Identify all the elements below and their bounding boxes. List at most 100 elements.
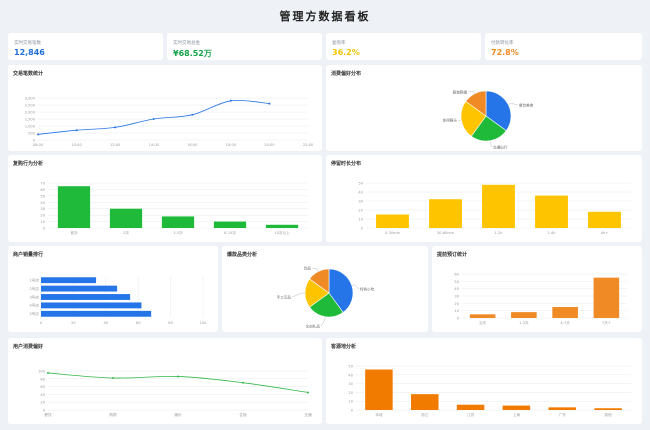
bar bbox=[594, 408, 622, 410]
data-point bbox=[177, 375, 179, 378]
x-tick-label: 20:00 bbox=[264, 143, 275, 147]
data-point bbox=[75, 129, 78, 132]
y-tick-label: 10 bbox=[348, 400, 353, 404]
pie-label: 餐饮美食 bbox=[519, 102, 534, 107]
x-tick-label: 22:00 bbox=[303, 143, 314, 147]
bar bbox=[41, 285, 118, 292]
bar bbox=[41, 294, 131, 300]
merchant-hbar-chart: 0 20 40 60 80 100 1号店 2号店 3号店 4号店 5号店 bbox=[30, 276, 208, 325]
bar bbox=[593, 277, 620, 318]
y-tick-label: 3号店 bbox=[30, 294, 40, 299]
bar bbox=[365, 369, 393, 410]
x-tick-label: 16:00 bbox=[187, 143, 198, 147]
bar bbox=[109, 208, 143, 228]
purchase-bar-chart: 70 60 50 40 30 20 10 0 首次 2次 3-5次 6-10次 10次以上 bbox=[40, 182, 308, 235]
kpi-label: 复购率 bbox=[332, 41, 346, 46]
x-tick-label: 20 bbox=[71, 321, 76, 325]
y-tick-label: 0 bbox=[43, 227, 46, 231]
x-tick-label: 80 bbox=[168, 321, 173, 325]
bar bbox=[511, 312, 537, 318]
x-tick-label: 江苏 bbox=[467, 412, 475, 417]
data-point bbox=[307, 391, 309, 394]
x-tick-label: 10:00 bbox=[71, 143, 82, 147]
x-tick-label: 首次 bbox=[70, 230, 78, 235]
dwell-bar-chart: 50 40 30 20 10 0 0-30min 30-60min 1-2h 2-4h 4h+ bbox=[358, 182, 631, 235]
x-tick-label: 10次以上 bbox=[274, 230, 290, 235]
card-dwell-bar: 停留时长分布 50 40 30 20 10 0 0-30min 30-60min 1-2h 2-4… bbox=[326, 155, 642, 242]
card-source-bar: 客源地分析 50 40 30 20 10 0 本地 浙江 江苏 上海 广东 其他 bbox=[326, 338, 642, 424]
y-tick-label: 0 bbox=[33, 139, 36, 143]
source-bar-chart: 50 40 30 20 10 0 本地 浙江 江苏 上海 广东 其他 bbox=[348, 365, 631, 417]
x-tick-label: 14:00 bbox=[149, 143, 160, 147]
pie-label: 特色小吃 bbox=[360, 286, 375, 291]
x-tick-label: 4h+ bbox=[601, 231, 609, 235]
x-tick-label: 购物 bbox=[109, 412, 117, 417]
x-tick-label: 0 bbox=[40, 321, 43, 325]
y-tick-label: 20 bbox=[40, 214, 45, 218]
x-tick-label: 浙江 bbox=[421, 412, 429, 417]
pie-leader-line bbox=[489, 140, 493, 148]
x-tick-label: 广东 bbox=[559, 412, 567, 417]
y-tick-label: 50 bbox=[40, 194, 45, 198]
y-tick-label: 2,500 bbox=[25, 104, 36, 108]
kpi-card-repurchase: 复购率 36.2% bbox=[326, 33, 481, 60]
y-tick-label: 30 bbox=[454, 295, 459, 299]
bar bbox=[482, 184, 515, 228]
x-tick-label: 1-3天 bbox=[519, 321, 529, 325]
explode-pie-chart: 特色小吃文创礼品 手工艺品 饮品 bbox=[277, 265, 375, 328]
x-tick-label: 30-60min bbox=[437, 231, 454, 235]
y-tick-label: 40 bbox=[348, 373, 353, 377]
bar bbox=[161, 216, 195, 228]
bar bbox=[265, 224, 299, 228]
y-tick-label: 10 bbox=[358, 218, 363, 222]
y-tick-label: 0 bbox=[457, 317, 460, 321]
y-tick-label: 0 bbox=[361, 227, 364, 231]
pie-label: 休闲娱乐 bbox=[443, 117, 458, 122]
bar bbox=[213, 221, 247, 228]
bar bbox=[57, 186, 91, 228]
x-tick-label: 2次 bbox=[123, 230, 129, 235]
y-tick-label: 20 bbox=[358, 209, 363, 213]
page-title: 管理方数据看板 bbox=[279, 10, 371, 23]
pie-label: 文创礼品 bbox=[306, 323, 321, 328]
pie-label: 服装鞋帽 bbox=[453, 89, 468, 94]
kpi-card-trades: 实时交易笔数 12,846 bbox=[8, 33, 163, 60]
bar bbox=[411, 394, 439, 410]
y-tick-label: 500 bbox=[28, 132, 36, 136]
y-tick-label: 1,000 bbox=[25, 125, 36, 129]
x-tick-label: 0-30min bbox=[385, 231, 400, 235]
bar bbox=[41, 310, 152, 317]
kpi-card-conversion: 付款转化率 72.8% bbox=[485, 33, 642, 60]
pie-leader-line bbox=[467, 90, 475, 94]
card-pref-pie: 消费偏好分布 餐饮美食 交通出行 休闲娱乐 服装鞋帽 bbox=[326, 65, 642, 151]
kpi-label: 实时交易笔数 bbox=[14, 41, 41, 46]
x-tick-label: 2-4h bbox=[547, 231, 555, 235]
pie-leader-line bbox=[291, 292, 305, 298]
data-point bbox=[242, 381, 244, 384]
x-tick-label: 100 bbox=[200, 321, 208, 325]
y-tick-label: 0 bbox=[351, 409, 354, 413]
data-point bbox=[114, 126, 117, 129]
y-tick-label: 30 bbox=[358, 200, 363, 204]
data-point bbox=[191, 113, 194, 116]
y-tick-label: 20 bbox=[454, 302, 459, 306]
kpi-label: 付款转化率 bbox=[491, 41, 514, 46]
y-tick-label: 30 bbox=[348, 382, 353, 386]
y-tick-label: 1,500 bbox=[25, 118, 36, 122]
y-tick-label: 50 bbox=[454, 280, 459, 284]
card-purchase-bar: 复购行为分析 70 60 50 40 30 20 10 0 首次 2次 3-5次 6-10次 10次以上 bbox=[8, 155, 322, 242]
pie-leader-line bbox=[311, 267, 319, 272]
y-tick-label: 20 bbox=[40, 401, 45, 405]
card-booking-bar: 提前预订统计 60 50 40 30 20 10 0 当天 1-3天 4-7天 7天+ bbox=[432, 246, 642, 332]
y-tick-label: 60 bbox=[40, 188, 45, 192]
y-tick-label: 5号店 bbox=[30, 311, 40, 316]
y-tick-label: 50 bbox=[358, 182, 363, 186]
x-tick-label: 其他 bbox=[604, 412, 612, 417]
bar bbox=[552, 307, 578, 318]
bar bbox=[535, 195, 568, 228]
series-line bbox=[37, 99, 270, 135]
x-tick-label: 12:00 bbox=[110, 143, 121, 147]
y-tick-label: 70 bbox=[40, 182, 45, 186]
kpi-value: 72.8% bbox=[491, 48, 519, 57]
y-tick-label: 1号店 bbox=[30, 277, 40, 282]
